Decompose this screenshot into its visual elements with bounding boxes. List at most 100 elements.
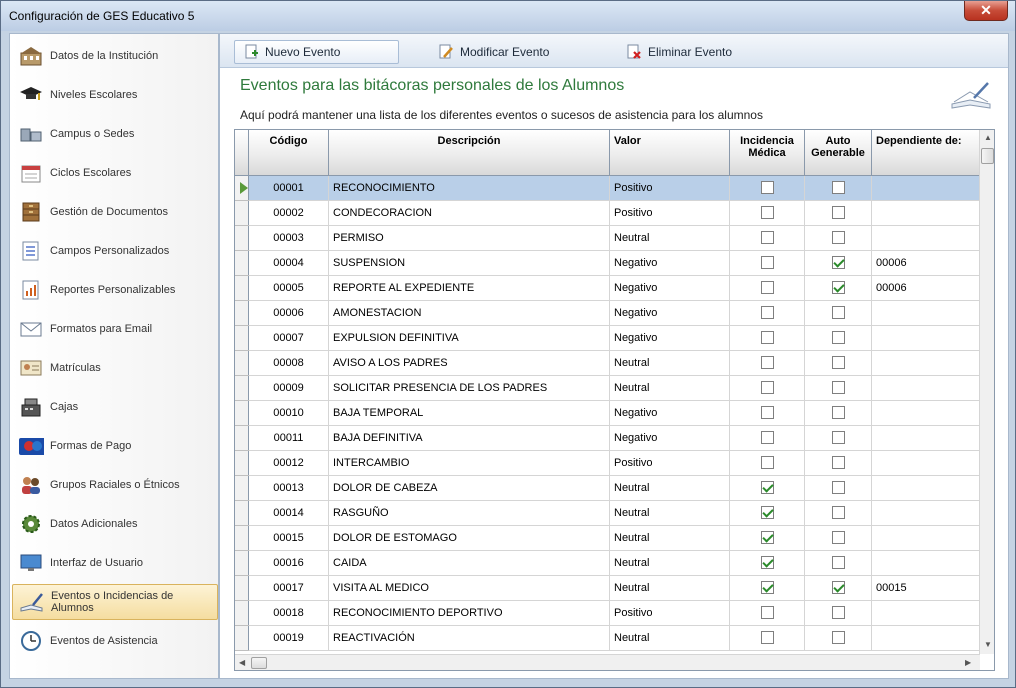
table-row[interactable]: 00012 INTERCAMBIO Positivo: [235, 450, 980, 476]
medical-checkbox[interactable]: [760, 506, 774, 519]
sidebar-item-gestion-de-documentos[interactable]: Gestión de Documentos: [12, 194, 218, 230]
cell-dependent[interactable]: [871, 550, 980, 576]
cell-medical[interactable]: [729, 400, 805, 426]
cell-medical[interactable]: [729, 325, 805, 351]
row-selector[interactable]: [235, 500, 249, 526]
cell-description[interactable]: BAJA DEFINITIVA: [328, 425, 610, 451]
cell-value[interactable]: Neutral: [609, 475, 730, 501]
cell-value[interactable]: Neutral: [609, 500, 730, 526]
cell-dependent[interactable]: [871, 200, 980, 226]
cell-code[interactable]: 00005: [248, 275, 329, 301]
cell-dependent[interactable]: [871, 375, 980, 401]
edit-event-button[interactable]: Modificar Evento: [430, 40, 557, 64]
table-row[interactable]: 00019 REACTIVACIÓN Neutral: [235, 625, 980, 651]
cell-dependent[interactable]: [871, 325, 980, 351]
table-row[interactable]: 00018 RECONOCIMIENTO DEPORTIVO Positivo: [235, 600, 980, 626]
cell-medical[interactable]: [729, 200, 805, 226]
sidebar-item-datos-adicionales[interactable]: Datos Adicionales: [12, 506, 218, 542]
medical-checkbox[interactable]: [760, 181, 774, 194]
sidebar-item-cajas[interactable]: Cajas: [12, 389, 218, 425]
cell-dependent[interactable]: [871, 225, 980, 251]
cell-value[interactable]: Neutral: [609, 625, 730, 651]
table-row[interactable]: 00017 VISITA AL MEDICO Neutral 00015: [235, 575, 980, 601]
cell-description[interactable]: PERMISO: [328, 225, 610, 251]
row-selector[interactable]: [235, 575, 249, 601]
sidebar-item-reportes-personalizables[interactable]: Reportes Personalizables: [12, 272, 218, 308]
cell-description[interactable]: BAJA TEMPORAL: [328, 400, 610, 426]
row-selector[interactable]: [235, 225, 249, 251]
cell-dependent[interactable]: 00015: [871, 575, 980, 601]
row-selector[interactable]: [235, 525, 249, 551]
table-row[interactable]: 00010 BAJA TEMPORAL Negativo: [235, 400, 980, 426]
cell-description[interactable]: SOLICITAR PRESENCIA DE LOS PADRES: [328, 375, 610, 401]
cell-code[interactable]: 00001: [248, 175, 329, 201]
table-row[interactable]: 00001 RECONOCIMIENTO Positivo: [235, 175, 980, 201]
auto-checkbox[interactable]: [831, 631, 845, 644]
cell-value[interactable]: Positivo: [609, 200, 730, 226]
medical-checkbox[interactable]: [760, 556, 774, 569]
table-row[interactable]: 00016 CAIDA Neutral: [235, 550, 980, 576]
auto-checkbox[interactable]: [831, 306, 845, 319]
auto-checkbox[interactable]: [831, 581, 845, 594]
cell-code[interactable]: 00002: [248, 200, 329, 226]
cell-code[interactable]: 00003: [248, 225, 329, 251]
row-selector[interactable]: [235, 425, 249, 451]
cell-medical[interactable]: [729, 175, 805, 201]
close-button[interactable]: ✕: [964, 1, 1008, 21]
horizontal-scrollbar[interactable]: ◀ ▶: [235, 654, 980, 670]
table-row[interactable]: 00013 DOLOR DE CABEZA Neutral: [235, 475, 980, 501]
auto-checkbox[interactable]: [831, 231, 845, 244]
cell-value[interactable]: Negativo: [609, 400, 730, 426]
auto-checkbox[interactable]: [831, 206, 845, 219]
table-row[interactable]: 00014 RASGUÑO Neutral: [235, 500, 980, 526]
sidebar-item-formas-de-pago[interactable]: Formas de Pago: [12, 428, 218, 464]
row-selector[interactable]: [235, 550, 249, 576]
auto-checkbox[interactable]: [831, 381, 845, 394]
new-event-button[interactable]: Nuevo Evento: [234, 40, 399, 64]
row-selector[interactable]: [235, 325, 249, 351]
cell-description[interactable]: INTERCAMBIO: [328, 450, 610, 476]
cell-code[interactable]: 00009: [248, 375, 329, 401]
cell-dependent[interactable]: [871, 450, 980, 476]
medical-checkbox[interactable]: [760, 331, 774, 344]
medical-checkbox[interactable]: [760, 256, 774, 269]
scroll-left-icon[interactable]: ◀: [239, 658, 245, 667]
cell-auto[interactable]: [804, 250, 872, 276]
medical-checkbox[interactable]: [760, 281, 774, 294]
cell-code[interactable]: 00004: [248, 250, 329, 276]
medical-checkbox[interactable]: [760, 581, 774, 594]
cell-description[interactable]: AMONESTACION: [328, 300, 610, 326]
column-header-medical[interactable]: Incidencia Médica: [729, 130, 805, 176]
row-selector[interactable]: [235, 175, 249, 201]
cell-dependent[interactable]: 00006: [871, 275, 980, 301]
cell-medical[interactable]: [729, 350, 805, 376]
cell-description[interactable]: RASGUÑO: [328, 500, 610, 526]
cell-medical[interactable]: [729, 625, 805, 651]
cell-code[interactable]: 00011: [248, 425, 329, 451]
table-row[interactable]: 00002 CONDECORACION Positivo: [235, 200, 980, 226]
column-header-code[interactable]: Código: [248, 130, 329, 176]
sidebar-item-campos-personalizados[interactable]: Campos Personalizados: [12, 233, 218, 269]
table-row[interactable]: 00003 PERMISO Neutral: [235, 225, 980, 251]
cell-medical[interactable]: [729, 425, 805, 451]
auto-checkbox[interactable]: [831, 481, 845, 494]
sidebar-item-ciclos-escolares[interactable]: Ciclos Escolares: [12, 155, 218, 191]
medical-checkbox[interactable]: [760, 456, 774, 469]
vertical-scrollbar[interactable]: ▲ ▼: [979, 130, 994, 654]
cell-dependent[interactable]: [871, 500, 980, 526]
cell-value[interactable]: Neutral: [609, 550, 730, 576]
cell-code[interactable]: 00019: [248, 625, 329, 651]
cell-code[interactable]: 00016: [248, 550, 329, 576]
cell-auto[interactable]: [804, 275, 872, 301]
cell-value[interactable]: Positivo: [609, 175, 730, 201]
cell-medical[interactable]: [729, 550, 805, 576]
cell-code[interactable]: 00006: [248, 300, 329, 326]
auto-checkbox[interactable]: [831, 506, 845, 519]
sidebar-item-eventos-de-asistencia[interactable]: Eventos de Asistencia: [12, 623, 218, 659]
cell-auto[interactable]: [804, 475, 872, 501]
table-row[interactable]: 00008 AVISO A LOS PADRES Neutral: [235, 350, 980, 376]
auto-checkbox[interactable]: [831, 356, 845, 369]
row-selector[interactable]: [235, 375, 249, 401]
column-header-description[interactable]: Descripción: [328, 130, 610, 176]
scroll-right-icon[interactable]: ▶: [965, 658, 971, 667]
